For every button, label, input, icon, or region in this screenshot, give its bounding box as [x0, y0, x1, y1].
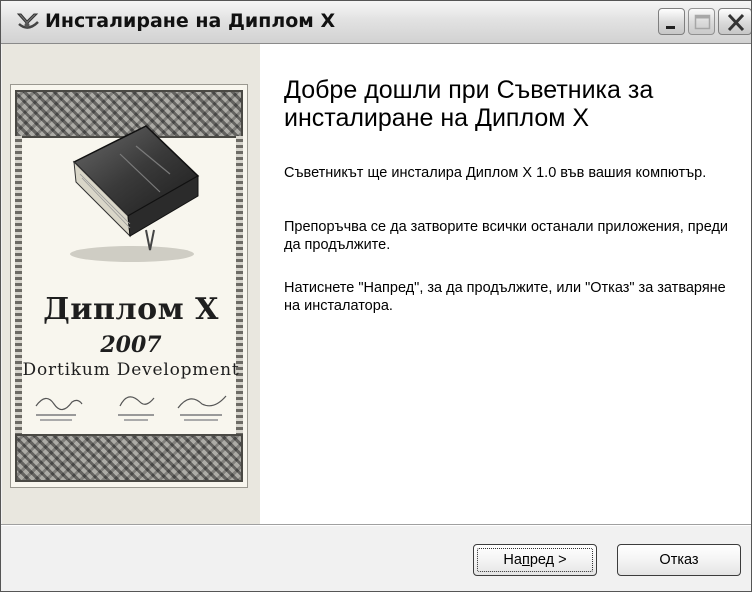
installer-window: Инсталиране на Диплом X Диплом X 2007 Do… [0, 0, 752, 592]
content-panel: Добре дошли при Съветника за инсталиране… [260, 44, 751, 524]
cancel-button-label: Отказ [659, 552, 699, 568]
next-button-label: Напред > [503, 552, 567, 568]
instruction-paragraph: Натиснете "Напред", за да продължите, ил… [284, 280, 726, 314]
book-icon [70, 125, 200, 262]
maximize-icon [694, 14, 711, 30]
banner-company: Dortikum Development [22, 360, 240, 380]
window-title: Инсталиране на Диплом X [45, 10, 336, 32]
minimize-button[interactable] [658, 8, 685, 35]
page-title: Добре дошли при Съветника за инсталиране… [284, 76, 654, 132]
installer-icon [16, 13, 39, 29]
close-icon [727, 13, 745, 32]
banner-product-name: Диплом X [43, 292, 219, 327]
intro-paragraph: Съветникът ще инсталира Диплом X 1.0 във… [284, 165, 707, 181]
welcome-banner: Диплом X 2007 Dortikum Development [2, 44, 260, 524]
cancel-button[interactable]: Отказ [617, 544, 741, 576]
close-button[interactable] [718, 8, 751, 35]
ornament-left [15, 136, 22, 436]
title-bar[interactable]: Инсталиране на Диплом X [1, 1, 751, 44]
signatures-image [35, 395, 227, 421]
button-bar: Напред > Отказ [1, 526, 751, 591]
banner-year: 2007 [100, 332, 162, 358]
recommendation-paragraph: Препоръчва се да затворите всички остана… [284, 219, 729, 253]
next-button[interactable]: Напред > [473, 544, 597, 576]
ornament-bottom [15, 434, 243, 482]
maximize-button[interactable] [688, 8, 715, 35]
minimize-icon [666, 26, 675, 29]
